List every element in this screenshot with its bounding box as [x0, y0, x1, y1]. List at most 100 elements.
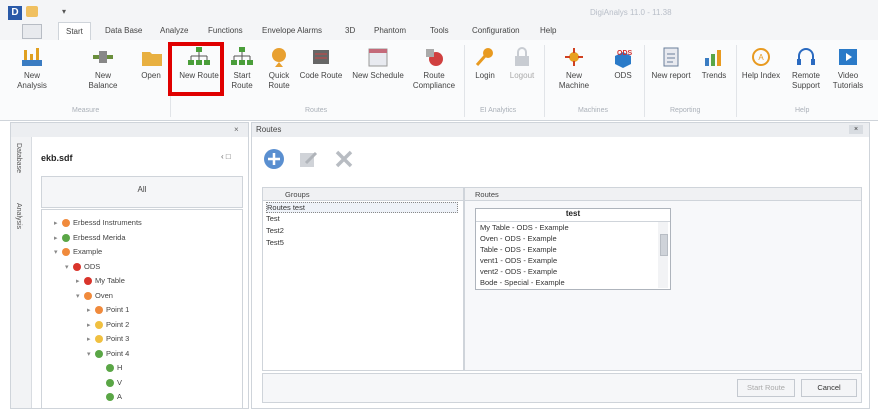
group-item[interactable]: Test5 — [266, 238, 284, 247]
app-logo-icon[interactable]: D — [8, 6, 22, 20]
new-balance-label: New Balance — [88, 71, 118, 90]
tree-node[interactable]: ▾ Oven — [76, 291, 113, 300]
quick-open-folder-icon[interactable] — [26, 6, 38, 17]
quick-route-button[interactable]: Quick Route — [264, 46, 294, 91]
tab-analyze[interactable]: Analyze — [160, 26, 188, 35]
tree-expander-icon[interactable]: ▸ — [76, 277, 84, 285]
route-item[interactable]: My Table - ODS - Example — [480, 223, 569, 232]
tree-node[interactable]: ▸ Point 3 — [87, 334, 129, 344]
new-analysis-icon — [22, 48, 42, 66]
group-item[interactable]: Test2 — [266, 226, 284, 235]
new-schedule-button[interactable]: New Schedule — [352, 46, 404, 81]
tab-database-vertical[interactable]: Database — [15, 143, 22, 173]
routes-panel-close-button[interactable]: × — [849, 125, 863, 134]
tab-database[interactable]: Data Base — [105, 26, 142, 35]
edit-route-icon[interactable] — [296, 147, 320, 171]
tree-node[interactable]: ▸ Point 1 — [87, 305, 129, 315]
open-button[interactable]: Open — [140, 46, 162, 81]
start-route-icon — [231, 47, 253, 65]
help-index-button[interactable]: A Help Index — [740, 46, 782, 81]
routes-list[interactable]: test My Table - ODS - Example Oven - ODS… — [475, 208, 671, 290]
window-title: DigiAnalys 11.0 - 11.38 — [590, 8, 672, 17]
tab-phantom[interactable]: Phantom — [374, 26, 406, 35]
groups-header-label: Groups — [285, 190, 310, 199]
code-route-button[interactable]: Code Route — [298, 46, 344, 81]
tab-tools[interactable]: Tools — [430, 26, 449, 35]
start-route-action-button[interactable]: Start Route — [737, 379, 795, 397]
tree-node-label: H — [117, 363, 123, 372]
tree-node-label: ODS — [84, 261, 101, 271]
filter-all-label: All — [137, 185, 147, 194]
route-item[interactable]: Bode - Special - Example — [480, 278, 565, 287]
tree-node-label: Point 4 — [106, 348, 130, 358]
tree-expander-icon[interactable]: ▾ — [87, 350, 95, 358]
add-route-icon[interactable] — [262, 147, 286, 171]
open-folder-icon — [142, 52, 162, 66]
tab-3d[interactable]: 3D — [345, 26, 355, 35]
database-tree: ▸ Erbessd Instruments ▸ Erbessd Merida ▾ Exam… — [41, 209, 243, 409]
tree-node[interactable]: ▸ Erbessd Instruments — [54, 218, 142, 228]
ods-label: ODS — [614, 71, 632, 80]
tree-node-label: Oven — [95, 290, 113, 300]
routes-list-scrollbar[interactable] — [658, 222, 668, 288]
status-dot-icon — [106, 393, 114, 402]
tab-analysis-vertical[interactable]: Analysis — [15, 203, 22, 229]
database-controls[interactable]: ‹ □ — [221, 152, 231, 161]
login-button[interactable]: Login — [472, 46, 498, 81]
tree-expander-icon[interactable]: ▸ — [87, 335, 95, 343]
trends-button[interactable]: Trends — [700, 46, 728, 81]
new-machine-button[interactable]: New Machine — [550, 46, 598, 91]
tree-expander-icon[interactable]: ▸ — [87, 321, 95, 329]
route-compliance-button[interactable]: Route Compliance — [412, 46, 456, 91]
logout-button[interactable]: Logout — [508, 46, 536, 81]
group-item[interactable]: Routes test — [266, 202, 458, 213]
route-item[interactable]: Oven - ODS - Example — [480, 234, 557, 243]
status-dot-icon — [62, 233, 70, 242]
new-report-button[interactable]: New report — [650, 46, 692, 81]
new-balance-button[interactable]: New Balance — [80, 46, 126, 91]
status-dot-icon — [106, 378, 114, 387]
tree-node[interactable]: ▸ Point 2 — [87, 320, 129, 329]
group-label-ei-analytics: EI Analytics — [480, 107, 517, 114]
close-icon[interactable]: × — [234, 125, 239, 134]
application-menu-button[interactable] — [22, 24, 42, 39]
svg-text:A: A — [758, 53, 764, 62]
calendar-icon — [368, 48, 388, 67]
route-item[interactable]: Table - ODS - Example — [480, 245, 557, 254]
route-item[interactable]: vent2 - ODS - Example — [480, 267, 557, 276]
start-route-button[interactable]: Start Route — [228, 46, 256, 91]
scrollbar-thumb[interactable] — [660, 234, 668, 256]
tree-expander-icon[interactable]: ▸ — [87, 306, 95, 314]
new-analysis-button[interactable]: New Analysis — [12, 46, 52, 91]
tab-start[interactable]: Start — [58, 22, 91, 41]
menu-bar: Start Data Base Analyze Functions Envelo… — [0, 22, 878, 41]
video-tutorials-button[interactable]: Video Tutorials — [830, 46, 866, 91]
tree-expander-icon[interactable]: ▾ — [65, 263, 73, 271]
tree-expander-icon[interactable]: ▾ — [76, 292, 84, 300]
login-label: Login — [475, 71, 495, 80]
tab-help[interactable]: Help — [540, 26, 556, 35]
tree-node[interactable]: V — [98, 378, 122, 387]
tree-node[interactable]: ▸ Erbessd Merida — [54, 233, 126, 242]
tree-expander-icon[interactable]: ▾ — [54, 248, 62, 256]
route-item[interactable]: vent1 - ODS - Example — [480, 256, 557, 265]
app-window: D ▾ DigiAnalys 11.0 - 11.38 Start Data B… — [0, 0, 878, 409]
new-balance-icon — [93, 51, 113, 63]
tree-node[interactable]: ▾ Example — [54, 247, 102, 257]
tree-expander-icon[interactable]: ▸ — [54, 234, 62, 242]
tree-node[interactable]: ▸ My Table — [76, 276, 125, 286]
delete-route-icon[interactable] — [332, 147, 356, 171]
tab-envelope-alarms[interactable]: Envelope Alarms — [262, 26, 322, 35]
cancel-button[interactable]: Cancel — [801, 379, 857, 397]
group-item[interactable]: Test — [266, 214, 280, 223]
quick-access-dropdown-icon[interactable]: ▾ — [62, 7, 66, 16]
tree-node[interactable]: A — [98, 392, 122, 402]
filter-box[interactable]: All — [41, 176, 243, 208]
tree-expander-icon[interactable]: ▸ — [54, 219, 62, 227]
tree-node[interactable]: H — [98, 363, 123, 373]
remote-support-button[interactable]: Remote Support — [788, 46, 824, 91]
tab-configuration[interactable]: Configuration — [472, 26, 520, 35]
tab-functions[interactable]: Functions — [208, 26, 243, 35]
tree-node[interactable]: ▾ ODS — [65, 262, 100, 271]
tree-node[interactable]: ▾ Point 4 — [87, 349, 129, 358]
